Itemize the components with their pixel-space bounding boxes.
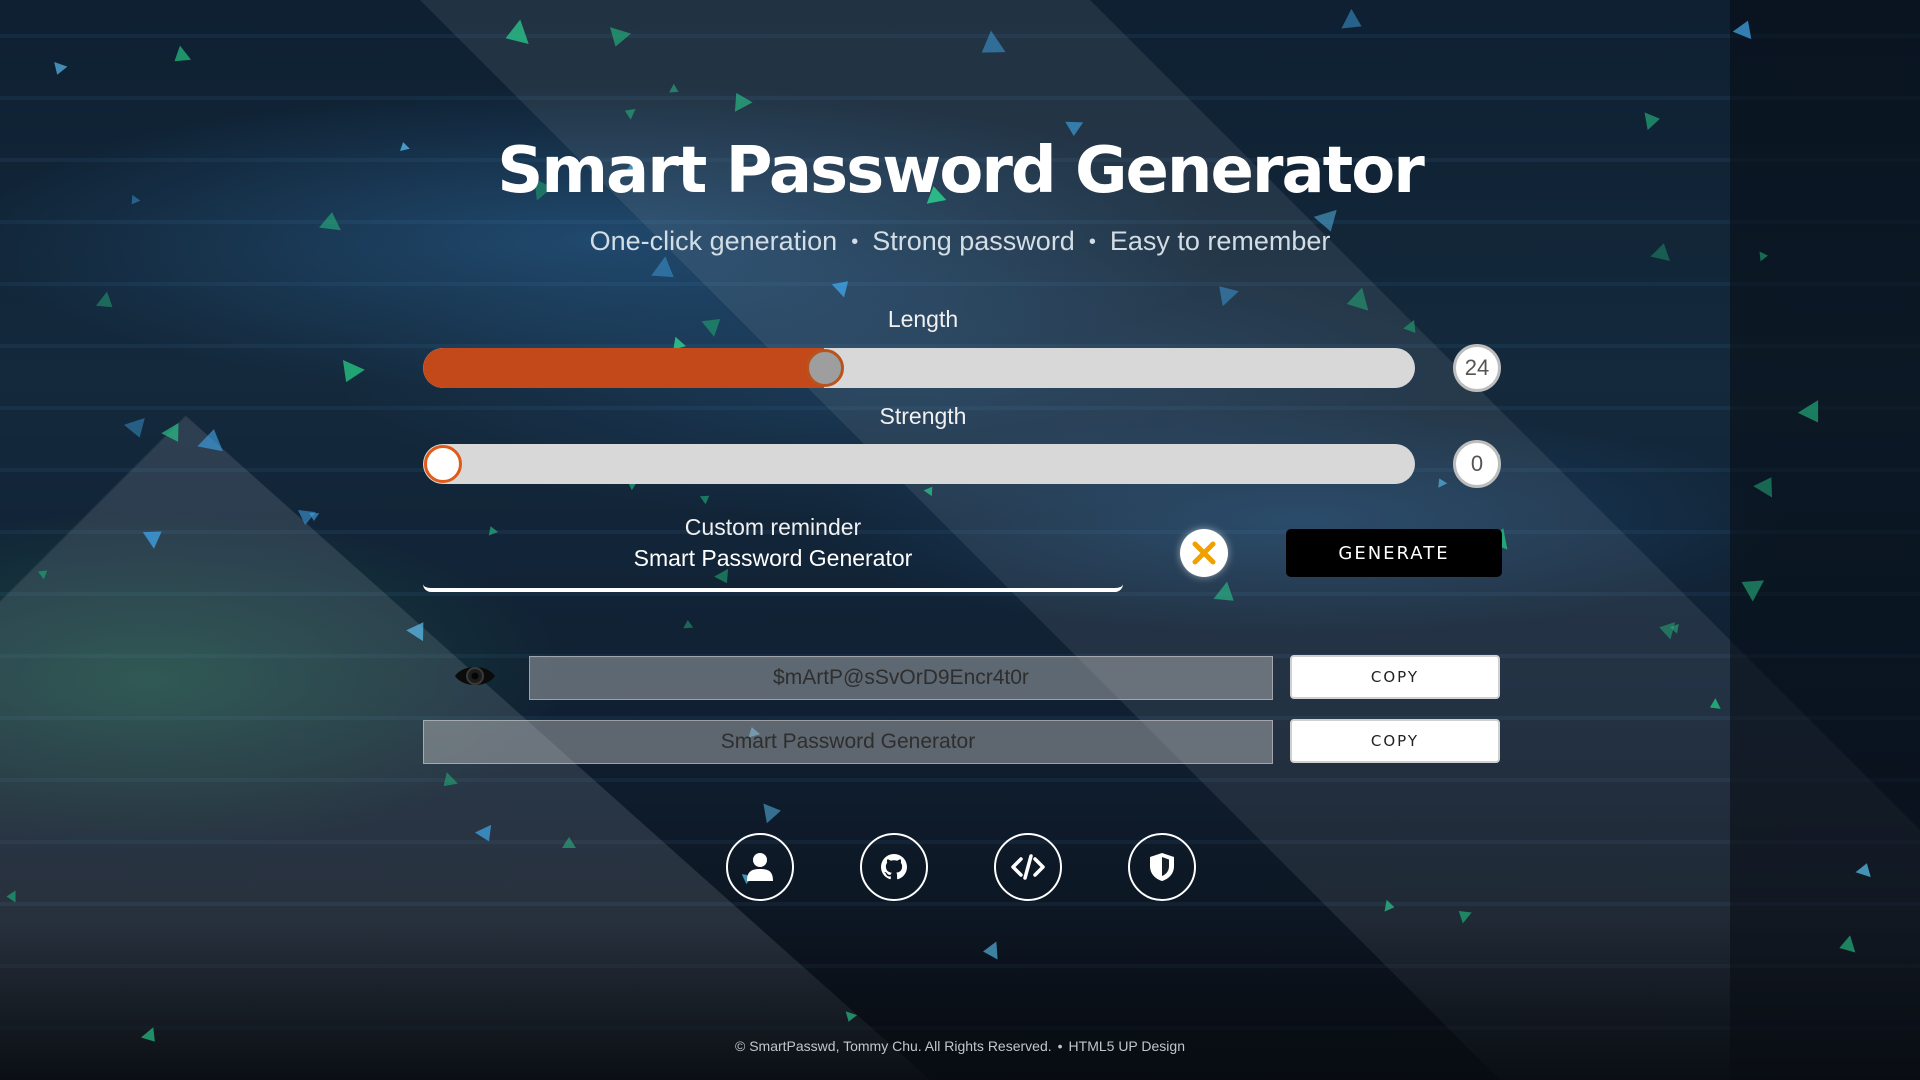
background-shard bbox=[1656, 618, 1676, 640]
background-shard bbox=[142, 523, 168, 549]
background-shard bbox=[1341, 8, 1367, 37]
strength-label: Strength bbox=[879, 403, 967, 429]
background-shard bbox=[438, 772, 458, 792]
background-shard bbox=[1836, 935, 1856, 957]
reminder-output[interactable]: Smart Password Generator bbox=[423, 720, 1273, 764]
background-shard bbox=[669, 83, 681, 97]
tagline-strong: Strong password bbox=[872, 226, 1075, 256]
footer: © SmartPasswd, Tommy Chu. All Rights Res… bbox=[0, 1038, 1920, 1054]
background-shard bbox=[974, 30, 1006, 64]
background-shard bbox=[197, 426, 227, 452]
tagline-easy: Easy to remember bbox=[1109, 226, 1331, 256]
generate-button[interactable]: GENERATE bbox=[1286, 529, 1502, 577]
background-shard bbox=[1454, 905, 1472, 924]
background-shard bbox=[699, 491, 713, 505]
background-shard bbox=[335, 359, 365, 388]
background-shard bbox=[1211, 278, 1239, 307]
github-icon bbox=[881, 854, 907, 880]
user-icon bbox=[747, 853, 773, 881]
strength-value-badge: 0 bbox=[1453, 440, 1501, 488]
background-bottom-fade bbox=[0, 920, 1920, 1080]
strength-slider-thumb[interactable] bbox=[424, 445, 462, 483]
footer-separator: • bbox=[1057, 1038, 1063, 1054]
background-shard bbox=[474, 824, 498, 846]
background-shard bbox=[1753, 471, 1781, 498]
background-shard bbox=[923, 483, 937, 497]
shield-icon bbox=[1150, 853, 1174, 881]
length-label: Length bbox=[887, 306, 959, 332]
background-shard bbox=[1732, 16, 1758, 40]
privacy-link[interactable] bbox=[1128, 833, 1196, 901]
background-shard bbox=[406, 616, 432, 642]
page-subtitle: One-click generation • Strong password • Eas… bbox=[0, 226, 1920, 257]
background-shard bbox=[50, 62, 68, 77]
length-slider[interactable] bbox=[423, 348, 1415, 388]
background-shard bbox=[1707, 698, 1721, 713]
background-shard bbox=[1644, 109, 1662, 131]
background-shard bbox=[6, 890, 16, 903]
background-shard bbox=[37, 566, 51, 580]
source-code-link[interactable] bbox=[994, 833, 1062, 901]
clear-reminder-button[interactable] bbox=[1180, 529, 1228, 577]
custom-reminder-field[interactable]: Custom reminder bbox=[423, 506, 1123, 592]
footer-design-credit[interactable]: HTML5 UP Design bbox=[1069, 1038, 1185, 1054]
background-shard bbox=[1797, 400, 1829, 429]
background-shard bbox=[1384, 899, 1396, 914]
background-shard bbox=[604, 27, 632, 50]
background-shard bbox=[1735, 571, 1765, 602]
tagline-one-click: One-click generation bbox=[589, 226, 838, 256]
footer-copyright: © SmartPasswd, Tommy Chu. All Rights Res… bbox=[735, 1038, 1052, 1054]
tagline-separator: • bbox=[851, 231, 859, 254]
custom-reminder-input[interactable] bbox=[423, 545, 1123, 572]
copy-password-button[interactable]: COPY bbox=[1290, 655, 1500, 699]
password-output[interactable]: $mArtP@sSvOrD9Encr4t0r bbox=[529, 656, 1273, 700]
length-value-badge: 24 bbox=[1453, 344, 1501, 392]
background-shard bbox=[831, 274, 855, 298]
background-shard bbox=[501, 19, 529, 51]
github-link[interactable] bbox=[860, 833, 928, 901]
background-shard bbox=[1213, 581, 1241, 610]
background-shard bbox=[1434, 476, 1448, 488]
background-shard bbox=[123, 418, 151, 441]
page-title: Smart Password Generator bbox=[497, 134, 1425, 208]
toggle-visibility-button[interactable] bbox=[453, 661, 497, 691]
close-icon bbox=[1192, 541, 1216, 565]
background-shard bbox=[982, 941, 998, 961]
background-shard bbox=[682, 619, 694, 629]
background-shard bbox=[168, 45, 192, 69]
background-shard bbox=[161, 422, 187, 448]
eye-icon bbox=[455, 667, 495, 685]
background-shard bbox=[1855, 860, 1875, 878]
copy-reminder-button[interactable]: COPY bbox=[1290, 719, 1500, 763]
code-icon bbox=[1011, 854, 1045, 880]
background-shard bbox=[296, 509, 316, 527]
background-shard bbox=[562, 837, 576, 848]
custom-reminder-label: Custom reminder bbox=[684, 514, 862, 540]
background-shard bbox=[95, 291, 119, 315]
background-shard bbox=[727, 88, 753, 112]
author-link[interactable] bbox=[726, 833, 794, 901]
background-shard bbox=[651, 256, 681, 287]
length-slider-fill bbox=[423, 348, 824, 388]
strength-slider[interactable] bbox=[423, 444, 1415, 484]
length-slider-thumb[interactable] bbox=[805, 349, 844, 387]
background-shard bbox=[842, 1011, 858, 1024]
background-shard bbox=[763, 800, 783, 824]
background-shard bbox=[622, 105, 636, 120]
tagline-separator: • bbox=[1088, 231, 1096, 254]
